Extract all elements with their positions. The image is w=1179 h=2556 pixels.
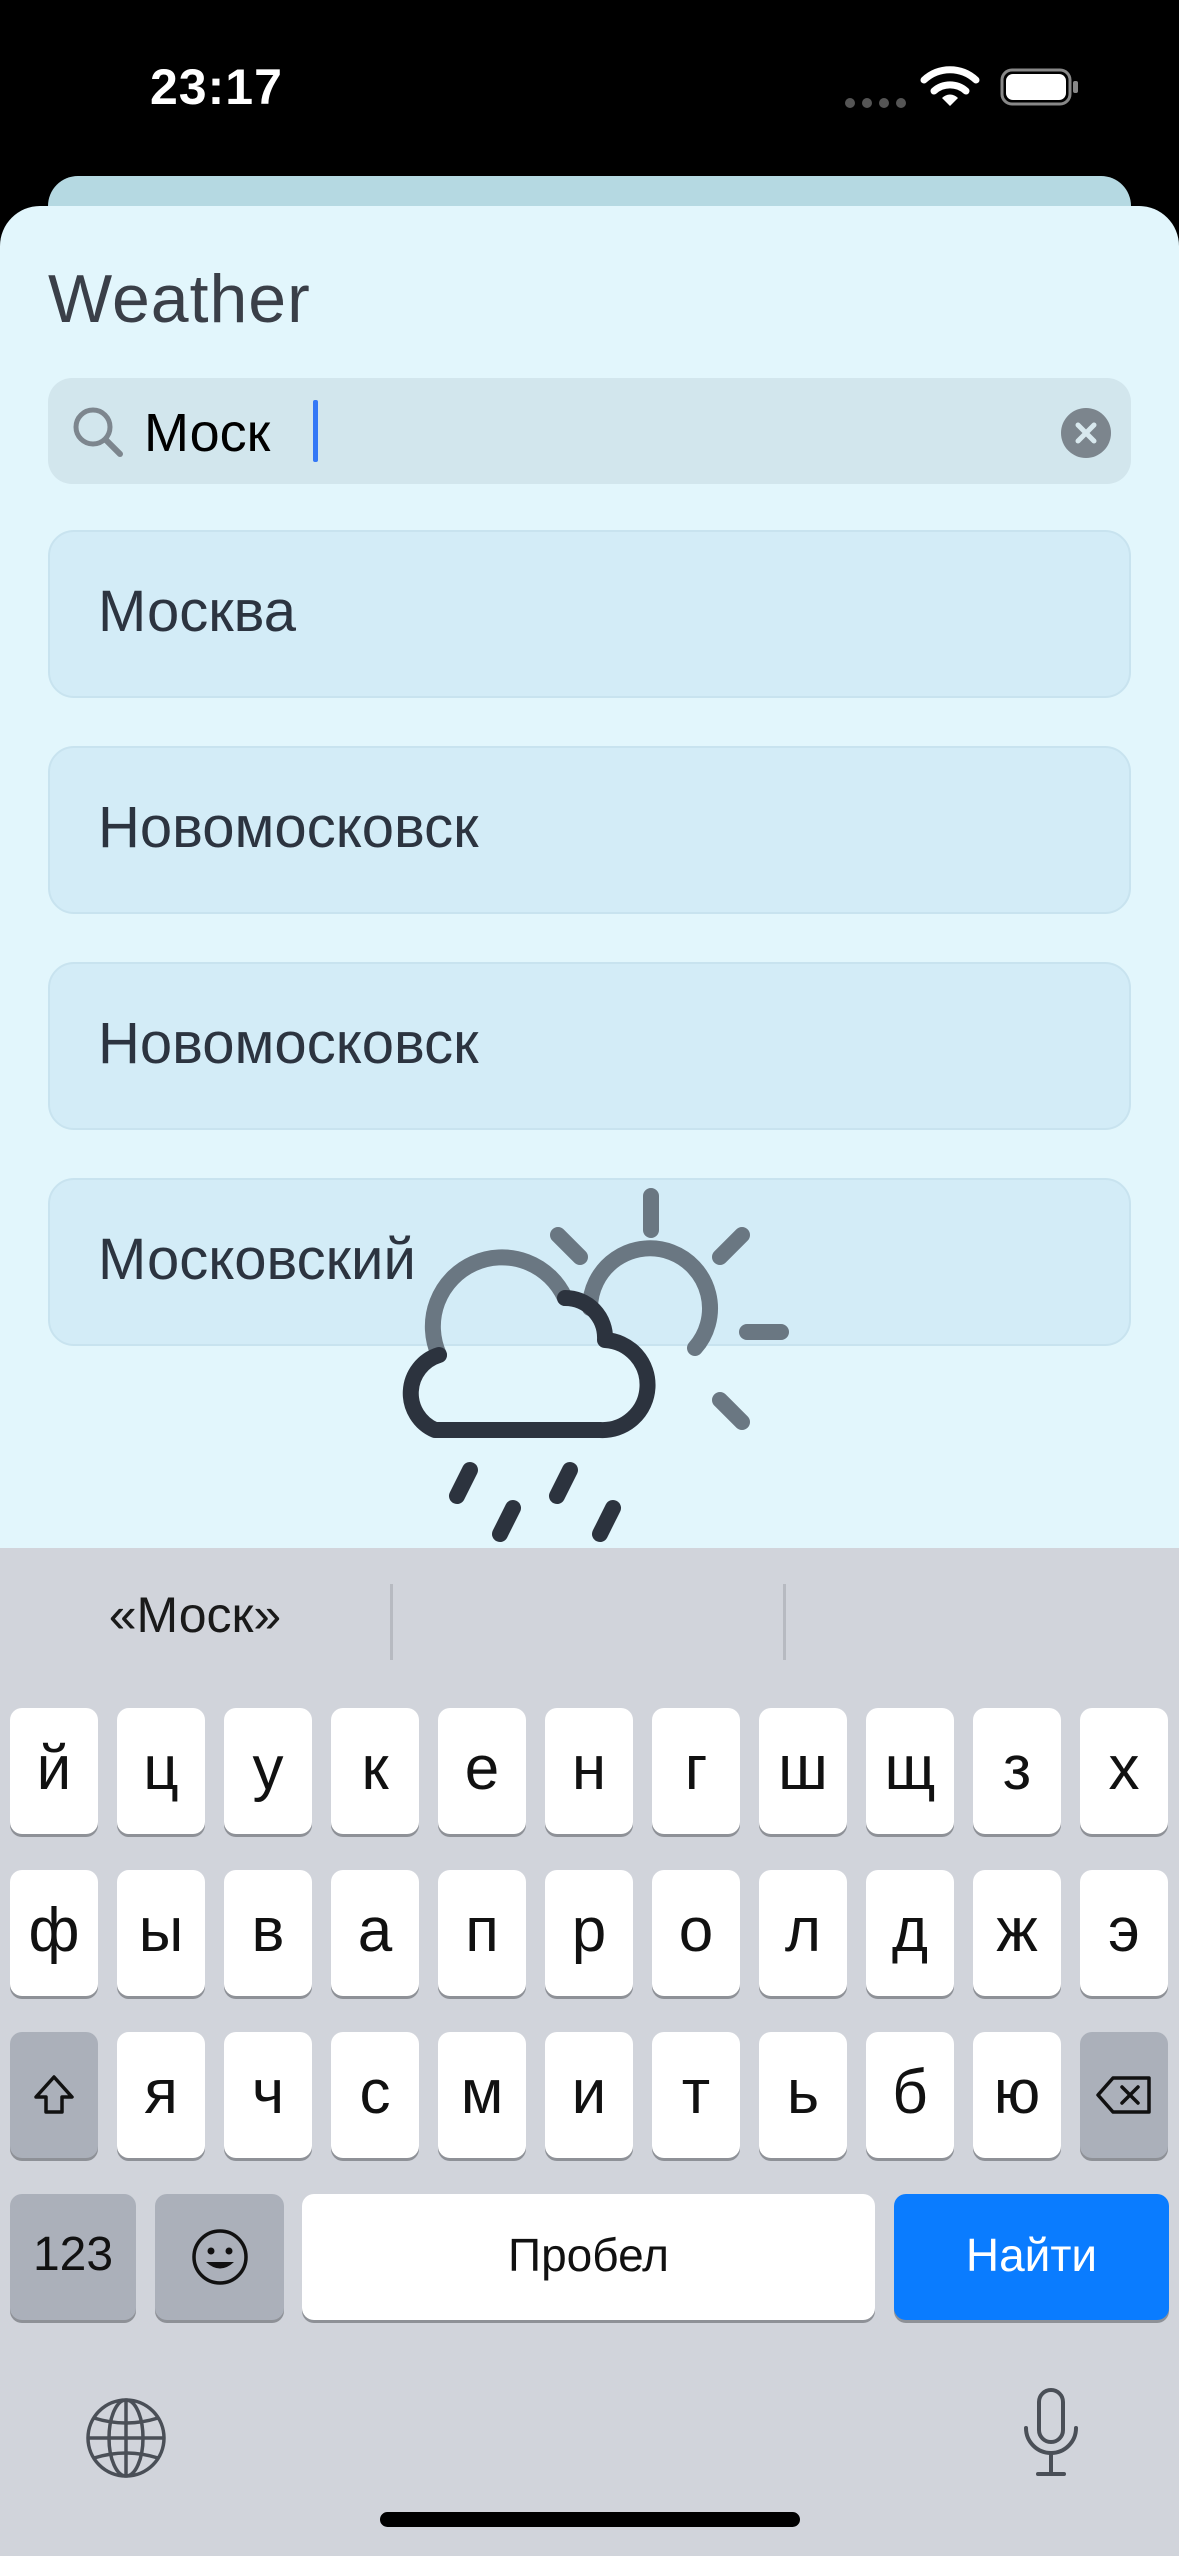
key[interactable]: а (331, 1870, 419, 1996)
key[interactable]: ь (759, 2032, 847, 2158)
text-caret (313, 400, 318, 462)
search-icon (73, 407, 123, 457)
suggestion-divider (783, 1584, 786, 1660)
search-return-key[interactable]: Найти (894, 2194, 1169, 2320)
key[interactable]: х (1080, 1708, 1168, 1834)
key[interactable]: щ (866, 1708, 954, 1834)
search-bar[interactable]: Моск (48, 378, 1131, 484)
suggestion-item[interactable]: «Моск» (0, 1586, 390, 1644)
key[interactable]: в (224, 1870, 312, 1996)
key[interactable]: л (759, 1870, 847, 1996)
shift-key[interactable] (10, 2032, 98, 2158)
wifi-icon (920, 66, 980, 106)
key[interactable]: к (331, 1708, 419, 1834)
key[interactable]: б (866, 2032, 954, 2158)
status-bar: 23:17 (0, 0, 1179, 180)
suggestion-divider (390, 1584, 393, 1660)
key[interactable]: э (1080, 1870, 1168, 1996)
key[interactable]: е (438, 1708, 526, 1834)
key[interactable]: н (545, 1708, 633, 1834)
key[interactable]: ы (117, 1870, 205, 1996)
key[interactable]: р (545, 1870, 633, 1996)
backspace-key[interactable] (1080, 2032, 1168, 2158)
space-key[interactable]: Пробел (302, 2194, 875, 2320)
page-title: Weather (48, 261, 311, 337)
key[interactable]: я (117, 2032, 205, 2158)
clear-search-button[interactable] (1061, 408, 1111, 458)
key[interactable]: г (652, 1708, 740, 1834)
key[interactable]: и (545, 2032, 633, 2158)
result-item[interactable]: Новомосковск (48, 746, 1131, 914)
key[interactable]: ц (117, 1708, 205, 1834)
battery-icon (1000, 68, 1078, 106)
key[interactable]: ч (224, 2032, 312, 2158)
result-item[interactable]: Москва (48, 530, 1131, 698)
backspace-icon (1096, 2076, 1151, 2114)
result-label: Москва (98, 579, 297, 644)
result-label: Новомосковск (98, 1011, 479, 1076)
keyboard: «Моск» й ц у к е н г ш щ з х ф ы в а п р… (0, 1548, 1179, 2556)
key[interactable]: д (866, 1870, 954, 1996)
emoji-icon (191, 2229, 248, 2285)
weather-rain-sun-icon (402, 1188, 789, 1542)
cellular-signal-icon (845, 95, 913, 113)
emoji-key[interactable] (155, 2194, 284, 2320)
key[interactable]: ю (973, 2032, 1061, 2158)
suggestion-bar: «Моск» (0, 1548, 1179, 1708)
key[interactable]: з (973, 1708, 1061, 1834)
shift-icon (34, 2075, 74, 2114)
key[interactable]: ф (10, 1870, 98, 1996)
search-input[interactable]: Моск (144, 402, 270, 464)
status-time: 23:17 (150, 59, 283, 115)
key[interactable]: п (438, 1870, 526, 1996)
key[interactable]: т (652, 2032, 740, 2158)
key[interactable]: м (438, 2032, 526, 2158)
numbers-key[interactable]: 123 (10, 2194, 136, 2320)
key[interactable]: о (652, 1870, 740, 1996)
key[interactable]: у (224, 1708, 312, 1834)
globe-icon[interactable] (84, 2396, 168, 2480)
result-label: Новомосковск (98, 795, 479, 860)
microphone-icon[interactable] (1020, 2386, 1082, 2480)
key[interactable]: ш (759, 1708, 847, 1834)
key[interactable]: с (331, 2032, 419, 2158)
result-label: Московский (98, 1227, 416, 1292)
clear-icon (1075, 422, 1097, 444)
home-indicator[interactable] (380, 2512, 800, 2527)
result-item[interactable]: Новомосковск (48, 962, 1131, 1130)
key[interactable]: й (10, 1708, 98, 1834)
key[interactable]: ж (973, 1870, 1061, 1996)
